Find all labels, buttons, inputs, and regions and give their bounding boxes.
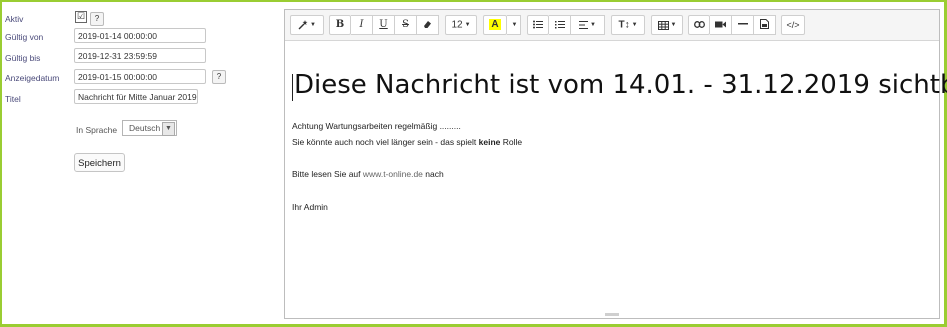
content-link[interactable]: www.t-online.de <box>363 169 423 179</box>
gueltig-von-input[interactable]: 2019-01-14 00:00:00 <box>74 28 206 43</box>
content-line-2-start: Sie könnte auch noch viel länger sein - … <box>292 137 479 147</box>
link-icon <box>693 20 705 28</box>
code-view-icon: </> <box>786 20 800 30</box>
content-line-3[interactable]: Bitte lesen Sie auf www.t-online.de nach <box>292 169 444 179</box>
align-dropdown[interactable]: ▼ <box>571 15 605 35</box>
font-size-dropdown[interactable]: 12 ▼ <box>445 15 477 35</box>
italic-button[interactable]: I <box>351 15 373 35</box>
sprache-label: In Sprache <box>76 125 118 135</box>
content-line-3-end: nach <box>422 169 444 179</box>
highlight-letter: A <box>489 19 501 30</box>
numbered-list-icon <box>554 20 565 29</box>
content-line-2-end: Rolle <box>500 137 523 147</box>
eraser-icon <box>424 20 431 28</box>
titel-label: Titel <box>5 94 21 104</box>
content-line-4[interactable]: Ihr Admin <box>292 202 328 212</box>
table-icon <box>657 20 669 30</box>
numbered-list-button[interactable] <box>549 15 571 35</box>
horizontal-rule-icon <box>737 23 748 25</box>
gueltig-bis-input[interactable]: 2019-12-31 23:59:59 <box>74 48 206 63</box>
titel-input[interactable]: Nachricht für Mitte Januar 2019 <box>74 89 198 104</box>
aktiv-help-button[interactable]: ? <box>90 12 104 26</box>
table-dropdown[interactable]: ▼ <box>651 15 683 35</box>
video-icon <box>715 21 726 28</box>
content-line-1[interactable]: Achtung Wartungsarbeiten regelmäßig ....… <box>292 121 461 131</box>
frame-border-left <box>0 0 2 327</box>
style-magic-button[interactable]: ▼ <box>290 15 324 35</box>
link-button[interactable] <box>688 15 710 35</box>
video-button[interactable] <box>710 15 732 35</box>
anzeigedatum-input[interactable]: 2019-01-15 00:00:00 <box>74 69 206 84</box>
picture-icon <box>760 19 769 30</box>
gueltig-von-label: Gültig von <box>5 32 44 42</box>
wand-icon <box>298 20 308 30</box>
chevron-down-icon: ▼ <box>162 122 175 136</box>
text-height-dropdown[interactable]: T↕ ▼ <box>611 15 645 35</box>
bullet-list-icon <box>533 20 543 29</box>
aktiv-label: Aktiv <box>5 14 24 24</box>
sprache-value: Deutsch <box>129 123 161 133</box>
eraser-button[interactable] <box>417 15 439 35</box>
align-left-icon <box>579 21 589 29</box>
aktiv-checkbox[interactable]: ☑ <box>75 11 87 23</box>
anzeigedatum-label: Anzeigedatum <box>5 73 60 83</box>
editor-resize-handle[interactable] <box>605 313 619 316</box>
strikethrough-button[interactable]: S <box>395 15 417 35</box>
text-cursor <box>292 74 293 101</box>
image-button[interactable] <box>754 15 776 35</box>
sprache-select[interactable]: Deutsch ▼ <box>122 120 177 136</box>
rich-text-editor: ▼ B I U S 12 ▼ A ▼ ▼ T↕ ▼ ▼ </> Diese Na… <box>284 9 947 319</box>
editor-toolbar: ▼ B I U S 12 ▼ A ▼ ▼ T↕ ▼ ▼ </> <box>285 10 939 41</box>
bold-button[interactable]: B <box>329 15 351 35</box>
anzeigedatum-help-button[interactable]: ? <box>212 70 226 84</box>
frame-border-top <box>0 0 947 2</box>
font-size-value: 12 <box>451 19 463 31</box>
horizontal-rule-button[interactable] <box>732 15 754 35</box>
highlight-dropdown[interactable]: ▼ <box>507 15 521 35</box>
gueltig-bis-label: Gültig bis <box>5 53 41 63</box>
underline-button[interactable]: U <box>373 15 395 35</box>
highlight-button[interactable]: A <box>483 15 507 35</box>
content-line-2-bold: keine <box>478 137 501 147</box>
content-line-2[interactable]: Sie könnte auch noch viel länger sein - … <box>292 137 522 147</box>
code-view-button[interactable]: </> <box>781 15 805 35</box>
save-button[interactable]: Speichern <box>74 153 125 172</box>
text-height-icon: T↕ <box>618 19 630 31</box>
content-heading[interactable]: Diese Nachricht ist vom 14.01. - 31.12.2… <box>294 70 947 100</box>
content-line-3-start: Bitte lesen Sie auf <box>292 169 363 179</box>
bullet-list-button[interactable] <box>527 15 549 35</box>
